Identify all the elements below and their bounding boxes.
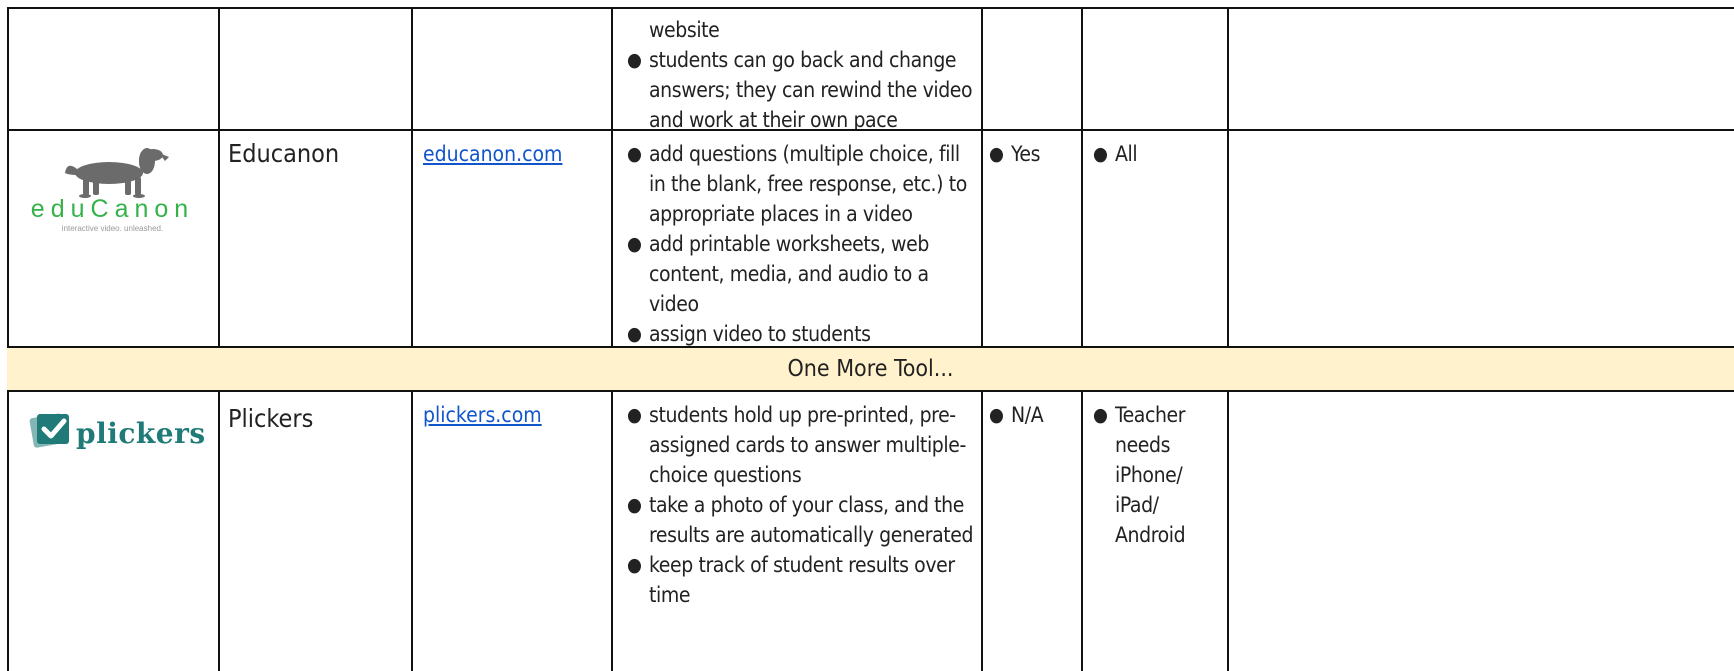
educanon-logo-tagline: interactive video. unleashed. bbox=[61, 224, 164, 233]
features-list: ● students hold up pre-printed, pre-assig… bbox=[613, 392, 981, 610]
tool-link[interactable]: educanon.com bbox=[413, 131, 611, 169]
list-item: ● assign video to students bbox=[627, 322, 871, 346]
list-item: ● N/A bbox=[989, 403, 1044, 427]
features-list: ● students can go back and change answers… bbox=[613, 45, 981, 129]
list-item: ● keep track of student results over time bbox=[627, 553, 955, 607]
logo-cell: eduCanon interactive video. unleashed. bbox=[7, 131, 220, 346]
plickers-logo: plickers bbox=[7, 392, 218, 671]
devices-list: ● All bbox=[1083, 131, 1227, 169]
table-row-banner: One More Tool... bbox=[7, 348, 1734, 392]
list-item: ● add questions (multiple choice, fill in… bbox=[627, 142, 967, 226]
list-item: ● Yes bbox=[989, 142, 1041, 166]
free-list: ● Yes bbox=[983, 131, 1081, 169]
tool-name: Plickers bbox=[228, 404, 314, 433]
devices-cell: ● Teacher needs iPhone/ iPad/ Android bbox=[1083, 392, 1229, 671]
plickers-logo-wordmark: plickers bbox=[76, 417, 206, 450]
features-cell: ● add questions (multiple choice, fill in… bbox=[613, 131, 983, 346]
educanon-logo: eduCanon interactive video. unleashed. bbox=[7, 131, 218, 346]
table-row-educanon: eduCanon interactive video. unleashed. E… bbox=[7, 131, 1734, 348]
educanon-logo-wordmark: eduCanon bbox=[30, 195, 195, 223]
features-cell: ● students hold up pre-printed, pre-assig… bbox=[613, 392, 983, 671]
link-cell: plickers.com bbox=[413, 392, 613, 671]
table-row-continued: website ● students can go back and change… bbox=[7, 7, 1734, 131]
logo-cell bbox=[7, 7, 220, 129]
tools-table: website ● students can go back and change… bbox=[0, 0, 1734, 671]
features-list: ● add questions (multiple choice, fill in… bbox=[613, 131, 981, 346]
table-row-plickers: plickers Plickers plickers.com ● students… bbox=[7, 392, 1734, 671]
name-cell bbox=[220, 7, 413, 129]
notes-cell bbox=[1229, 7, 1734, 129]
name-cell: Educanon bbox=[220, 131, 413, 346]
notes-cell bbox=[1229, 392, 1734, 671]
tool-name: Educanon bbox=[228, 139, 340, 168]
list-item: ● students hold up pre-printed, pre-assig… bbox=[627, 403, 966, 487]
devices-cell: ● All bbox=[1083, 131, 1229, 346]
free-cell: ● N/A bbox=[983, 392, 1083, 671]
devices-cell bbox=[1083, 7, 1229, 129]
link-cell: educanon.com bbox=[413, 131, 613, 346]
features-cell: website ● students can go back and change… bbox=[613, 7, 983, 129]
free-cell bbox=[983, 7, 1083, 129]
notes-cell bbox=[1229, 131, 1734, 346]
section-banner: One More Tool... bbox=[7, 348, 1734, 390]
free-cell: ● Yes bbox=[983, 131, 1083, 346]
list-item: ● students can go back and change answers… bbox=[627, 48, 973, 129]
tool-link[interactable]: plickers.com bbox=[413, 392, 611, 430]
devices-list: ● Teacher needs iPhone/ iPad/ Android bbox=[1083, 392, 1227, 550]
name-cell: Plickers bbox=[220, 392, 413, 671]
list-item: ● Teacher needs iPhone/ iPad/ Android bbox=[1093, 403, 1186, 547]
dachshund-dog-icon bbox=[65, 148, 169, 198]
link-cell bbox=[413, 7, 613, 129]
features-continued-line: website bbox=[649, 18, 720, 42]
logo-cell: plickers bbox=[7, 392, 220, 671]
free-list: ● N/A bbox=[983, 392, 1081, 430]
list-item: ● take a photo of your class, and the res… bbox=[627, 493, 974, 547]
list-item: ● All bbox=[1093, 142, 1138, 166]
list-item: ● add printable worksheets, web content, … bbox=[627, 232, 929, 316]
